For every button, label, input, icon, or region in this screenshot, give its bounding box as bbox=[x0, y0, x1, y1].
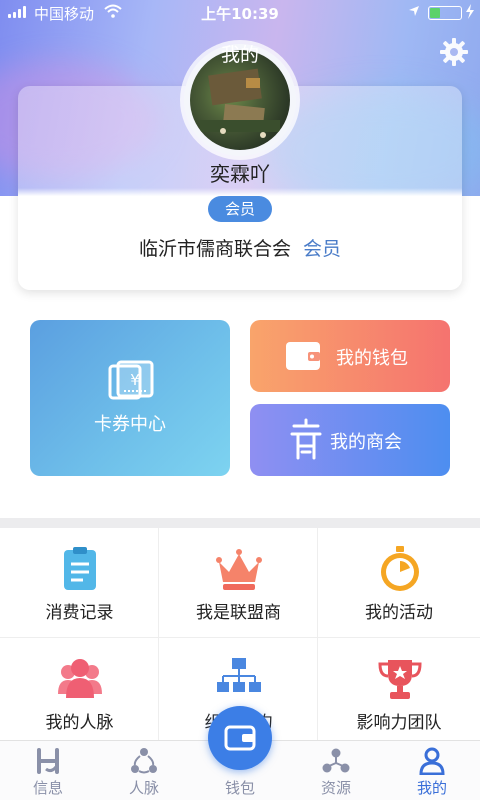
my-chamber-tile[interactable]: 我的商会 bbox=[250, 404, 450, 476]
grid-item-label: 我的人脉 bbox=[45, 713, 114, 733]
coupon-center-tile[interactable]: ¥ 卡券中心 bbox=[30, 320, 230, 476]
info-logo-icon bbox=[37, 748, 59, 774]
trophy-icon bbox=[378, 660, 422, 699]
wallet-icon bbox=[286, 342, 320, 370]
username: 奕霖吖 bbox=[210, 162, 270, 186]
svg-text:¥: ¥ bbox=[130, 371, 140, 389]
page-title: 我的 bbox=[220, 44, 259, 66]
tab-resources-label: 资源 bbox=[320, 779, 351, 797]
grid-item-label: 我是联盟商 bbox=[196, 603, 281, 623]
my-wallet-tile[interactable]: 我的钱包 bbox=[250, 320, 450, 392]
organization-role: 会员 bbox=[303, 238, 342, 260]
my-wallet-label: 我的钱包 bbox=[336, 348, 408, 369]
tab-info-label: 信息 bbox=[32, 779, 63, 797]
organization-line: 临沂市儒商联合会 会员 bbox=[0, 234, 480, 261]
tab-mine[interactable]: 我的 bbox=[384, 741, 480, 800]
user-icon bbox=[419, 747, 445, 775]
grid-item-my-connections[interactable]: 我的人脉 bbox=[0, 638, 159, 748]
org-chart-icon bbox=[217, 658, 261, 692]
stopwatch-icon bbox=[381, 546, 419, 591]
share-icon bbox=[322, 748, 350, 773]
charging-icon bbox=[466, 4, 474, 19]
wallet-icon bbox=[224, 725, 256, 751]
grid-item-label: 影响力团队 bbox=[356, 713, 442, 733]
clipboard-icon bbox=[64, 547, 96, 590]
grid-item-my-activities[interactable]: 我的活动 bbox=[318, 528, 480, 638]
organization-name: 临沂市儒商联合会 bbox=[138, 238, 291, 260]
grid-item-consumption-records[interactable]: 消费记录 bbox=[0, 528, 159, 638]
grid-item-alliance-merchant[interactable]: 我是联盟商 bbox=[159, 528, 318, 638]
tab-info[interactable]: 信息 bbox=[0, 741, 96, 800]
network-icon bbox=[131, 748, 157, 774]
tab-network[interactable]: 人脉 bbox=[96, 741, 192, 800]
crown-icon bbox=[216, 549, 262, 590]
location-arrow-icon bbox=[409, 6, 419, 16]
wallet-center-button[interactable] bbox=[208, 706, 272, 770]
battery-icon bbox=[428, 6, 462, 20]
chamber-icon bbox=[290, 418, 322, 460]
section-divider bbox=[0, 518, 480, 528]
member-badge: 会员 bbox=[208, 196, 272, 222]
people-icon bbox=[58, 659, 102, 698]
grid-item-influence-team[interactable]: 影响力团队 bbox=[318, 638, 480, 748]
tab-network-label: 人脉 bbox=[128, 779, 159, 797]
tab-resources[interactable]: 资源 bbox=[288, 741, 384, 800]
status-bar: 中国移动 上午10:39 bbox=[0, 0, 480, 26]
grid-item-label: 消费记录 bbox=[45, 603, 114, 623]
coupon-center-label: 卡券中心 bbox=[94, 414, 166, 435]
grid-item-label: 我的活动 bbox=[365, 603, 433, 623]
tab-wallet-label: 钱包 bbox=[224, 779, 255, 797]
my-chamber-label: 我的商会 bbox=[330, 432, 402, 453]
gear-icon[interactable] bbox=[438, 36, 470, 68]
tab-mine-label: 我的 bbox=[416, 779, 447, 797]
ticket-icon: ¥ bbox=[108, 360, 154, 400]
